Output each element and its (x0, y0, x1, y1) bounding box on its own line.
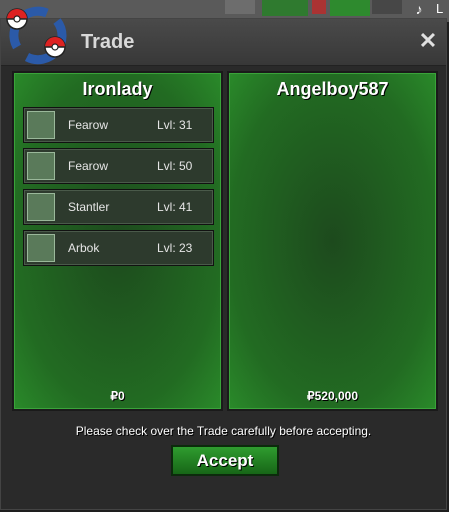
trade-notice: Please check over the Trade carefully be… (75, 424, 372, 438)
pokemon-level: Lvl: 50 (157, 159, 193, 173)
pokemon-slot[interactable]: Stantler Lvl: 41 (23, 189, 214, 225)
stantler-icon (27, 193, 55, 221)
right-player-name: Angelboy587 (276, 79, 389, 99)
window-title: Trade (81, 31, 135, 53)
background-tile (262, 0, 308, 16)
status-icon: ♪ (415, 1, 423, 17)
trade-window: Trade ✕ Ironlady Fearow Lvl: 31 Fearow L… (0, 6, 447, 510)
background-tile (330, 0, 370, 16)
background-tile (312, 0, 326, 14)
right-trade-panel: Angelboy587 ₽520,000 (227, 71, 438, 411)
close-button[interactable]: ✕ (416, 29, 440, 53)
pokemon-name: Stantler (68, 200, 110, 214)
arbok-icon (27, 234, 55, 262)
pokemon-level: Lvl: 41 (157, 200, 193, 214)
pokemon-name: Fearow (68, 159, 109, 173)
left-money: ₽0 (110, 389, 125, 403)
pokemon-name: Arbok (68, 241, 100, 255)
pokemon-level: Lvl: 31 (157, 118, 193, 132)
pokemon-slot[interactable]: Fearow Lvl: 50 (23, 148, 214, 184)
left-player-name: Ironlady (82, 79, 153, 99)
pokemon-name: Fearow (68, 118, 109, 132)
fearow-icon (27, 111, 55, 139)
pokemon-level: Lvl: 23 (157, 241, 193, 255)
fearow-icon (27, 152, 55, 180)
pokemon-slot[interactable]: Fearow Lvl: 31 (23, 107, 214, 143)
accept-button[interactable]: Accept (171, 445, 279, 476)
trade-logo-icon (6, 6, 67, 65)
pokemon-slot[interactable]: Arbok Lvl: 23 (23, 230, 214, 266)
left-trade-panel: Ironlady Fearow Lvl: 31 Fearow Lvl: 50 S… (12, 71, 223, 411)
corner-letter: L (436, 1, 444, 16)
background-tile (372, 0, 402, 14)
background-tile (225, 0, 255, 14)
right-money: ₽520,000 (306, 389, 358, 403)
